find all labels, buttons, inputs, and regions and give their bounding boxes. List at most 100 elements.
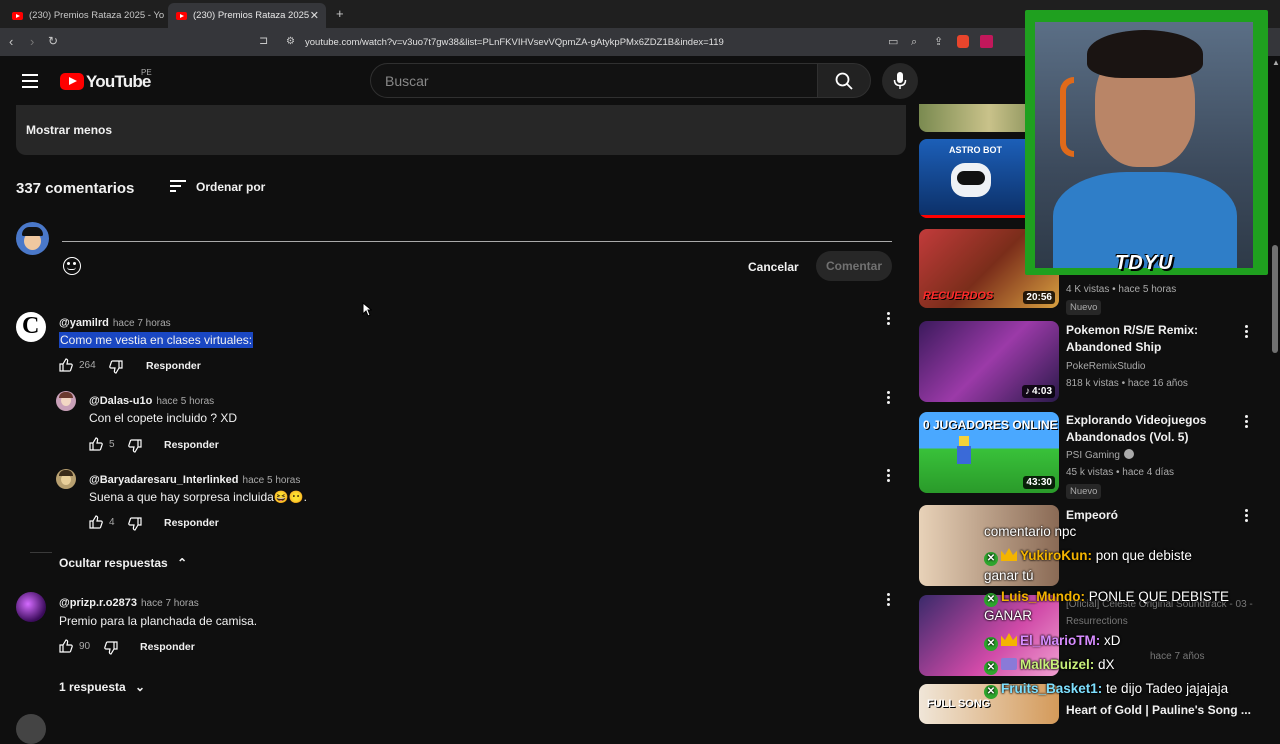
youtube-favicon-icon — [12, 11, 23, 20]
like-icon[interactable] — [59, 358, 73, 372]
sort-button[interactable]: Ordenar por — [170, 180, 270, 194]
share-icon[interactable]: ⇪ — [934, 35, 943, 49]
thumbnail-text: FULL SONG — [927, 698, 991, 710]
video-duration: ♪ 4:03 — [1021, 385, 1055, 398]
commenter-avatar[interactable]: C — [16, 312, 46, 342]
comment-time[interactable]: hace 7 horas — [141, 598, 199, 609]
emoji-icon[interactable] — [63, 257, 81, 275]
reply-button[interactable]: Responder — [164, 439, 219, 451]
video-thumbnail[interactable]: 0 JUGADORES ONLINE 43:30 — [919, 412, 1059, 493]
like-count: 5 — [109, 439, 115, 450]
like-icon[interactable] — [89, 515, 103, 529]
plus-icon[interactable]: + — [336, 7, 344, 21]
cast-icon[interactable]: ▭ — [888, 35, 898, 49]
dislike-icon[interactable] — [104, 641, 118, 655]
tab-title: (230) Premios Rataza 2025 - YouTube — [193, 10, 311, 21]
reload-icon[interactable]: ↻ — [48, 34, 58, 48]
brave-shield-icon[interactable] — [957, 35, 969, 48]
reply-button[interactable]: Responder — [146, 360, 201, 372]
video-title[interactable]: Explorando Videojuegos Abandonados (Vol.… — [1066, 412, 1236, 446]
reply-button[interactable]: Responder — [140, 641, 195, 653]
video-duration: 43:30 — [1023, 476, 1055, 489]
reply-author[interactable]: @Baryadaresaru_Interlinked — [89, 474, 239, 486]
like-icon[interactable] — [59, 639, 73, 653]
video-duration: 20:56 — [1023, 291, 1055, 304]
more-options-icon[interactable] — [887, 469, 891, 483]
video-thumbnail[interactable]: ♪ 4:03 — [919, 321, 1059, 402]
reply-header: @Baryadaresaru_Interlinked hace 5 horas — [89, 470, 300, 488]
zoom-icon[interactable]: ⌕ — [911, 35, 917, 49]
commenter-avatar[interactable] — [56, 391, 76, 411]
comment-author[interactable]: @yamilrd — [59, 317, 109, 329]
more-options-icon[interactable] — [1245, 509, 1249, 523]
video-meta: hace 7 años — [1150, 651, 1205, 662]
commenter-avatar[interactable] — [56, 469, 76, 489]
close-tab-icon[interactable]: ✕ — [310, 9, 319, 22]
comment-text: Como me vestia en clases virtuales: — [59, 332, 254, 348]
browser-tab[interactable]: (230) Premios Rataza 2025 - YouTube — [4, 3, 164, 28]
reply-time[interactable]: hace 5 horas — [156, 396, 214, 407]
commenter-avatar[interactable] — [16, 592, 46, 622]
chat-message-cont: ganar tú — [984, 568, 1034, 583]
xbox-badge-icon: ✕ — [984, 661, 998, 675]
dislike-icon[interactable] — [128, 439, 142, 453]
comment-text: Premio para la planchada de camisa. — [59, 614, 258, 628]
like-icon[interactable] — [89, 437, 103, 451]
music-note-icon: ♪ — [1024, 386, 1030, 397]
video-channel[interactable]: PokeRemixStudio — [1066, 358, 1145, 375]
search-input[interactable]: Buscar — [370, 63, 818, 98]
microphone-icon — [893, 72, 907, 89]
comment-header: @yamilrd hace 7 horas — [59, 313, 171, 331]
xbox-badge-icon: ✕ — [984, 685, 998, 699]
comment-time[interactable]: hace 7 horas — [113, 318, 171, 329]
reply-button[interactable]: Responder — [164, 517, 219, 529]
more-options-icon[interactable] — [887, 593, 891, 607]
dislike-icon[interactable] — [109, 360, 123, 374]
bookmark-icon[interactable]: ⊐ — [259, 34, 268, 48]
comment-author[interactable]: @prizp.r.o2873 — [59, 597, 137, 609]
more-options-icon[interactable] — [887, 312, 891, 326]
voice-search-button[interactable] — [882, 63, 918, 99]
video-title[interactable]: Pokemon R/S/E Remix: Abandoned Ship — [1066, 322, 1236, 356]
reply-time[interactable]: hace 5 horas — [243, 475, 301, 486]
more-options-icon[interactable] — [1245, 325, 1249, 339]
comment-input[interactable] — [62, 241, 892, 242]
video-title[interactable]: Empeoró — [1066, 507, 1118, 524]
thumbnail-text: RECUERDOS — [923, 290, 994, 302]
forward-icon[interactable]: › — [30, 35, 34, 49]
sub-badge-icon — [1001, 658, 1017, 670]
like-count: 90 — [79, 641, 91, 652]
chat-message: ✕ MalkBuizel: dX — [984, 657, 1115, 675]
streamer-name: TDYU — [1115, 252, 1174, 274]
more-options-icon[interactable] — [1245, 415, 1249, 429]
menu-icon[interactable] — [22, 74, 38, 88]
hide-replies-button[interactable]: Ocultar respuestas ⌃ — [59, 556, 187, 570]
rewards-icon[interactable] — [980, 35, 993, 48]
dislike-icon[interactable] — [128, 517, 142, 531]
reply-author[interactable]: @Dalas-u1o — [89, 395, 152, 407]
scrollbar-thumb[interactable] — [1272, 245, 1278, 353]
current-user-avatar — [16, 222, 49, 255]
scroll-up-icon[interactable]: ▲ — [1272, 58, 1280, 68]
more-options-icon[interactable] — [887, 391, 891, 405]
chat-message: ✕ Luis_Mundo: PONLE QUE DEBISTE — [984, 589, 1229, 607]
youtube-logo-icon[interactable] — [60, 73, 84, 90]
reply-header: @Dalas-u1o hace 5 horas — [89, 391, 214, 409]
commenter-avatar[interactable] — [16, 714, 46, 744]
submit-comment-button[interactable]: Comentar — [816, 251, 892, 281]
new-badge: Nuevo — [1066, 300, 1102, 315]
back-icon[interactable]: ‹ — [9, 35, 13, 49]
video-title[interactable]: Heart of Gold | Pauline's Song ... — [1066, 702, 1251, 719]
video-channel[interactable]: PSI Gaming — [1066, 447, 1134, 464]
chat-message: ✕ El_MarioTM: xD — [984, 633, 1121, 651]
browser-tab-active[interactable]: (230) Premios Rataza 2025 - YouTube ✕ — [168, 3, 326, 28]
chevron-down-icon: ⌄ — [135, 680, 146, 694]
thumbnail-text: ASTRO BOT — [949, 145, 1002, 155]
submit-comment-label: Comentar — [825, 259, 882, 273]
cancel-button[interactable]: Cancelar — [748, 260, 799, 274]
streamer-webcam: TDYU — [1025, 10, 1268, 275]
show-less-button[interactable]: Mostrar menos — [16, 105, 906, 155]
like-count: 4 — [109, 517, 115, 528]
show-replies-button[interactable]: 1 respuesta ⌄ — [59, 680, 145, 694]
search-button[interactable] — [817, 63, 871, 98]
